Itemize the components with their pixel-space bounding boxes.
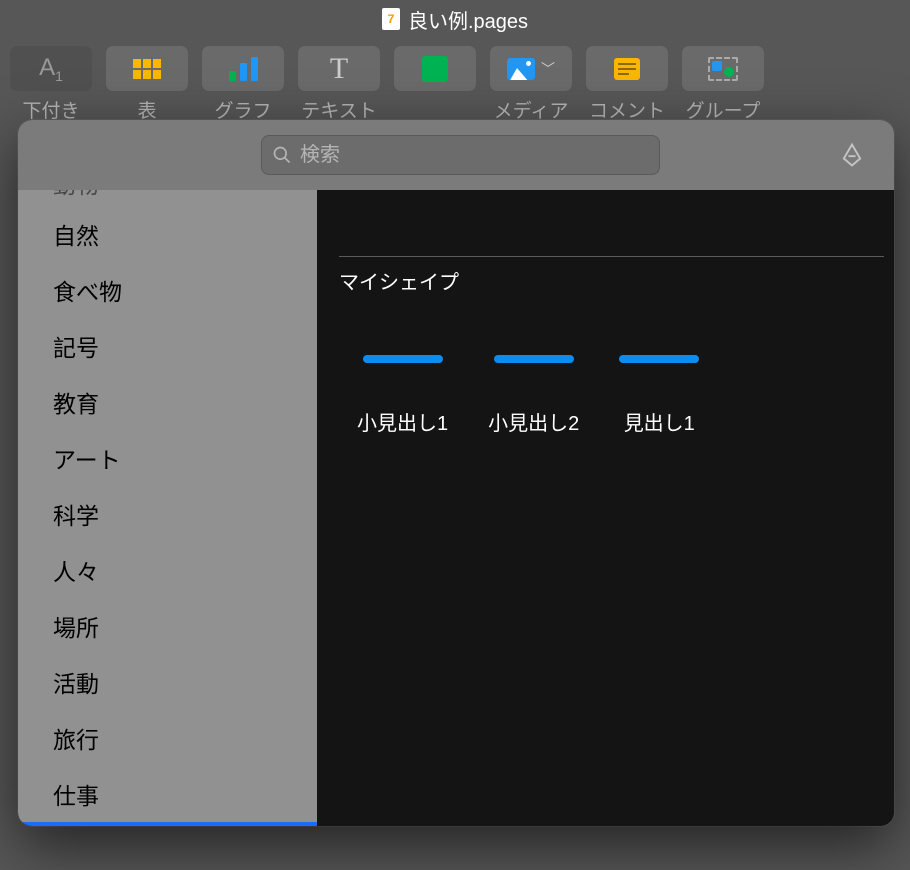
shape-item[interactable]: 小見出し1	[357, 335, 448, 436]
sidebar-item-places[interactable]: 場所	[18, 598, 317, 654]
sidebar-item-travel[interactable]: 旅行	[18, 710, 317, 766]
search-icon	[272, 145, 292, 165]
sidebar-item-symbols[interactable]: 記号	[18, 318, 317, 374]
document-title: 良い例.pages	[408, 5, 528, 34]
toolbar-label: コメント	[589, 96, 665, 123]
sidebar-item-myshapes[interactable]: マイシェイプ	[18, 822, 317, 826]
shape-preview	[494, 355, 574, 363]
toolbar-media[interactable]: ﹀ メディア	[490, 46, 572, 123]
popover-body: 動物 自然 食べ物 記号 教育 アート 科学 人々 場所 活動 旅行 仕事 マイ…	[18, 190, 894, 826]
toolbar-chart[interactable]: グラフ	[202, 46, 284, 123]
toolbar: A1 下付き 表 グラフ T テキスト	[0, 38, 910, 123]
shapes-content: マイシェイプ 小見出し1 小見出し2 見出し1	[317, 190, 894, 826]
toolbar-text[interactable]: T テキスト	[298, 46, 380, 123]
shape-label: 小見出し1	[357, 407, 448, 436]
search-input[interactable]	[300, 144, 649, 167]
toolbar-comment[interactable]: コメント	[586, 46, 668, 123]
popover-header	[18, 120, 894, 190]
toolbar-label: メディア	[494, 96, 569, 123]
toolbar-label: 表	[137, 96, 156, 123]
popover-arrow	[445, 120, 481, 122]
sidebar-item-people[interactable]: 人々	[18, 542, 317, 598]
pen-icon[interactable]	[838, 141, 866, 169]
sidebar-item-animals[interactable]: 動物	[18, 190, 317, 206]
category-sidebar: 動物 自然 食べ物 記号 教育 アート 科学 人々 場所 活動 旅行 仕事 マイ…	[18, 190, 317, 826]
toolbar-label: 下付き	[22, 96, 79, 123]
table-icon	[133, 59, 161, 79]
sidebar-item-work[interactable]: 仕事	[18, 766, 317, 822]
chevron-down-icon: ﹀	[541, 59, 555, 79]
shape-icon	[422, 56, 448, 82]
sidebar-item-education[interactable]: 教育	[18, 374, 317, 430]
shape-preview	[363, 355, 443, 363]
subscript-icon: A1	[39, 54, 63, 84]
chart-icon	[229, 57, 258, 81]
toolbar-label: グループ	[686, 96, 761, 123]
shape-item[interactable]: 小見出し2	[488, 335, 579, 436]
shapes-grid: 小見出し1 小見出し2 見出し1	[357, 335, 884, 436]
sidebar-item-science[interactable]: 科学	[18, 486, 317, 542]
document-icon	[382, 8, 400, 30]
toolbar-subscript[interactable]: A1 下付き	[10, 46, 92, 123]
toolbar-shape[interactable]	[394, 46, 476, 123]
shape-item[interactable]: 見出し1	[619, 335, 699, 436]
section-title: マイシェイプ	[339, 266, 884, 295]
group-icon	[708, 57, 738, 81]
toolbar-group[interactable]: グループ	[682, 46, 764, 123]
toolbar-label: テキスト	[301, 96, 376, 123]
sidebar-item-food[interactable]: 食べ物	[18, 262, 317, 318]
titlebar: 良い例.pages	[0, 0, 910, 38]
comment-icon	[614, 58, 640, 80]
sidebar-item-nature[interactable]: 自然	[18, 206, 317, 262]
sidebar-item-art[interactable]: アート	[18, 430, 317, 486]
shape-preview	[619, 355, 699, 363]
shape-label: 見出し1	[624, 407, 695, 436]
shape-label: 小見出し2	[488, 407, 579, 436]
shape-popover: 動物 自然 食べ物 記号 教育 アート 科学 人々 場所 活動 旅行 仕事 マイ…	[18, 120, 894, 826]
search-field[interactable]	[261, 135, 660, 175]
sidebar-item-activities[interactable]: 活動	[18, 654, 317, 710]
text-icon: T	[330, 52, 348, 86]
toolbar-table[interactable]: 表	[106, 46, 188, 123]
toolbar-label: グラフ	[214, 96, 271, 123]
divider	[339, 256, 884, 257]
media-icon: ﹀	[507, 58, 555, 80]
